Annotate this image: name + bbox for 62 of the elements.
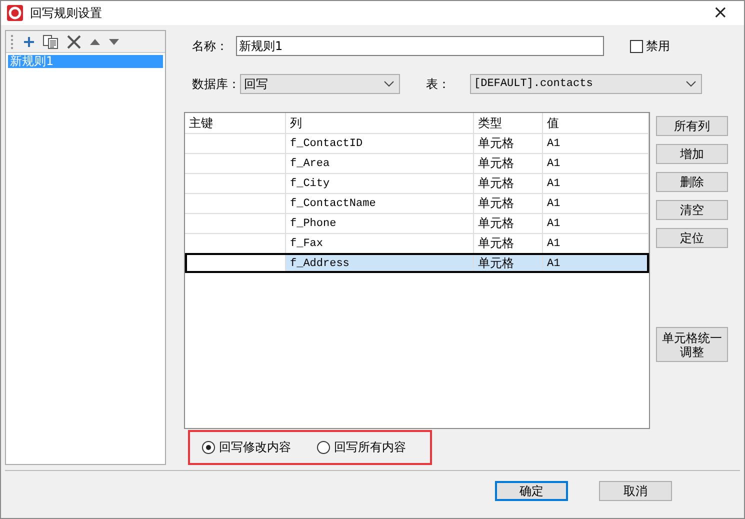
- table-row[interactable]: f_ContactName 单元格 A1: [185, 193, 649, 213]
- disable-label: 禁用: [646, 38, 670, 54]
- column-header[interactable]: 值: [543, 113, 649, 133]
- copy-icon[interactable]: [43, 34, 58, 48]
- table-cell: 单元格: [474, 234, 543, 253]
- table-row[interactable]: f_Fax 单元格 A1: [185, 233, 649, 253]
- table-cell: 单元格: [474, 214, 543, 233]
- table-cell: 单元格: [474, 154, 543, 173]
- table-cell: f_ContactID: [286, 134, 474, 153]
- table-cell: A1: [543, 174, 649, 193]
- table-cell: A1: [543, 134, 649, 153]
- window-title: 回写规则设置: [30, 4, 103, 22]
- table-cell: 单元格: [474, 134, 543, 153]
- disable-checkbox[interactable]: [630, 40, 643, 52]
- table-row[interactable]: f_Phone 单元格 A1: [185, 213, 649, 233]
- move-down-icon[interactable]: [109, 38, 119, 44]
- radio-label: 回写所有内容: [334, 439, 406, 456]
- table-dropdown[interactable]: [DEFAULT].contacts: [470, 74, 702, 94]
- table-cell: f_Phone: [286, 214, 474, 233]
- radio-button[interactable]: [202, 441, 215, 454]
- table-row[interactable]: f_Address 单元格 A1: [185, 253, 649, 273]
- database-label: 数据库：: [192, 76, 240, 92]
- side-button[interactable]: 增加: [656, 144, 728, 164]
- table-row[interactable]: f_City 单元格 A1: [185, 173, 649, 193]
- table-cell: A1: [543, 154, 649, 173]
- table-cell: A1: [543, 254, 649, 273]
- table-cell: A1: [543, 214, 649, 233]
- table-cell: f_ContactName: [286, 194, 474, 213]
- table-cell: A1: [543, 194, 649, 213]
- table-cell: f_Fax: [286, 234, 474, 253]
- app-icon: [7, 5, 23, 21]
- side-button[interactable]: 删除: [656, 172, 728, 192]
- unify-cells-button[interactable]: 单元格统一调整: [656, 327, 728, 362]
- radio-button[interactable]: [317, 441, 330, 454]
- chevron-down-icon: [384, 81, 394, 87]
- dialog-button[interactable]: 取消: [599, 481, 672, 501]
- table-row[interactable]: f_ContactID 单元格 A1: [185, 133, 649, 153]
- side-button[interactable]: 定位: [656, 228, 728, 248]
- name-field[interactable]: 新规则1: [236, 36, 604, 56]
- table-cell: 单元格: [474, 254, 543, 273]
- name-label: 名称：: [192, 38, 229, 54]
- add-icon[interactable]: [24, 36, 34, 46]
- dialog-button[interactable]: 确定: [495, 481, 568, 501]
- table-cell: 单元格: [474, 194, 543, 213]
- column-header[interactable]: 主键: [185, 113, 286, 133]
- column-header[interactable]: 类型: [474, 113, 543, 133]
- move-up-icon[interactable]: [90, 38, 100, 44]
- table-cell: 单元格: [474, 174, 543, 193]
- table-cell: f_City: [286, 174, 474, 193]
- table-label: 表：: [426, 76, 451, 92]
- side-button[interactable]: 所有列: [656, 116, 728, 136]
- table-cell: f_Area: [286, 154, 474, 173]
- table-cell: A1: [543, 234, 649, 253]
- radio-label: 回写修改内容: [219, 439, 291, 456]
- table-cell: f_Address: [286, 254, 474, 273]
- close-button[interactable]: ×: [702, 3, 738, 23]
- database-dropdown[interactable]: 回写: [240, 74, 400, 94]
- delete-icon[interactable]: [67, 34, 81, 48]
- table-row[interactable]: f_Area 单元格 A1: [185, 153, 649, 173]
- side-button[interactable]: 清空: [656, 200, 728, 220]
- column-header[interactable]: 列: [286, 113, 474, 133]
- chevron-down-icon: [686, 81, 696, 87]
